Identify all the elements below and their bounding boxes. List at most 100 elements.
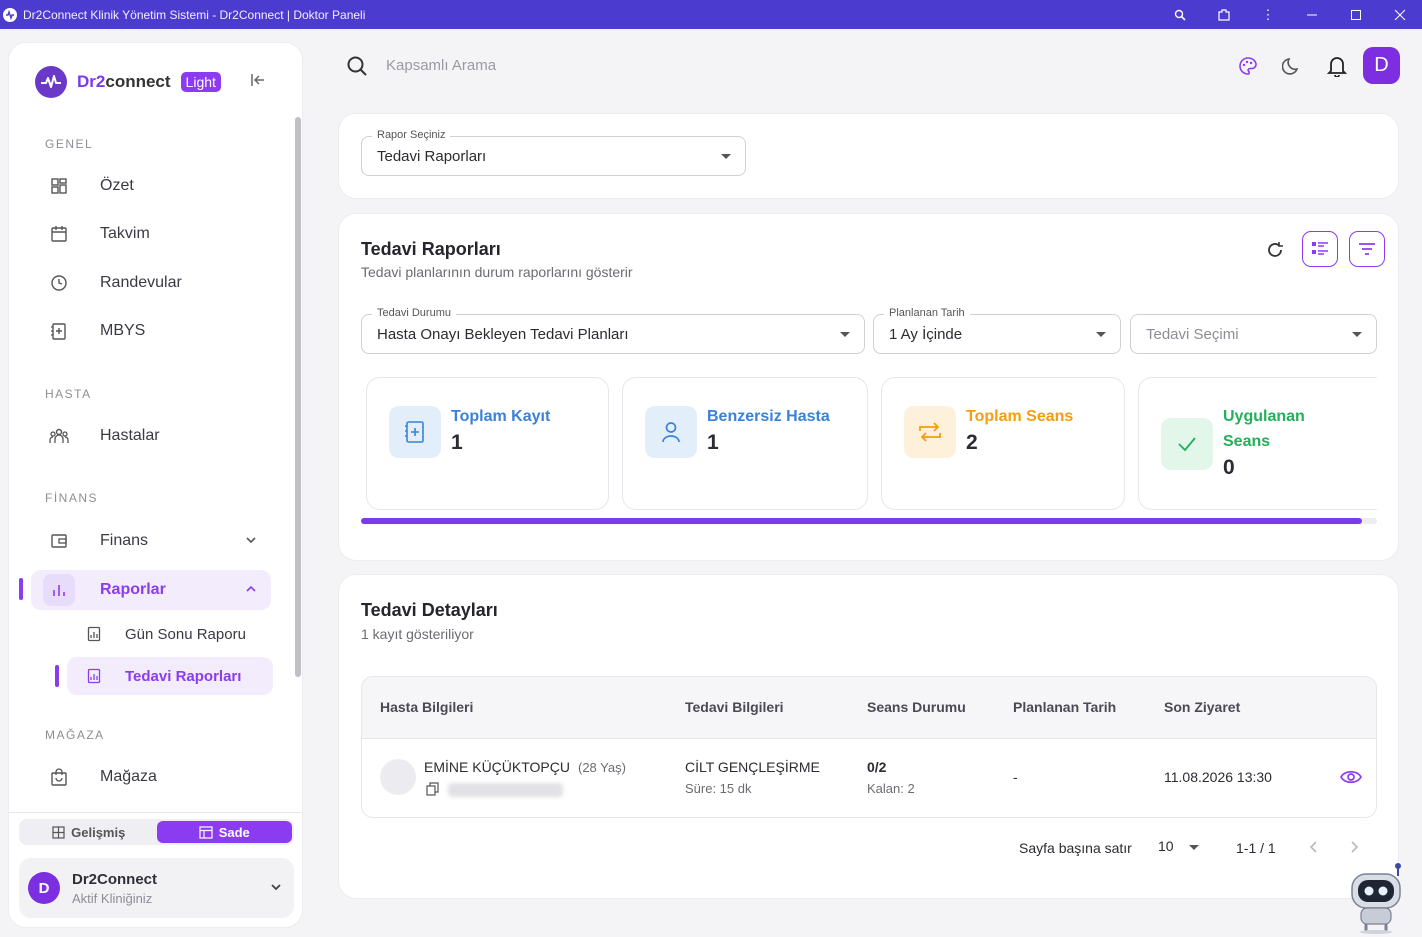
sidebar-item-hastalar[interactable]: Hastalar — [31, 416, 271, 456]
section-hasta: HASTA — [45, 387, 92, 401]
treatment-select-placeholder: Tedavi Seçimi — [1146, 325, 1239, 343]
column-header[interactable]: Planlanan Tarih — [1013, 699, 1116, 715]
clinic-subtitle: Aktif Kliniğiniz — [72, 890, 153, 906]
filter-button[interactable] — [1349, 231, 1385, 267]
details-title: Tedavi Detayları — [361, 600, 498, 620]
mode-toggle: Gelişmiş Sade — [19, 819, 294, 845]
repeat-icon — [904, 406, 956, 458]
dropdown-arrow-icon — [1189, 844, 1200, 850]
sidebar-item-mbys[interactable]: MBYS — [31, 311, 271, 351]
sidebar-item-label: Tedavi Raporları — [125, 667, 242, 685]
layout-icon — [199, 825, 213, 839]
column-header[interactable]: Seans Durumu — [867, 699, 966, 715]
plan-badge: Light — [180, 72, 221, 92]
search-input[interactable]: Kapsamlı Arama — [386, 57, 496, 74]
section-magaza: MAĞAZA — [45, 728, 105, 742]
sidebar-item-label: Randevular — [100, 274, 182, 291]
sidebar-item-label: Özet — [100, 177, 134, 194]
rows-per-page-select[interactable]: 10 — [1158, 838, 1200, 854]
view-eye-icon[interactable] — [1340, 769, 1362, 790]
stat-label: Toplam Kayıt — [451, 408, 551, 425]
active-clinic-selector[interactable]: D Dr2Connect Aktif Kliniğiniz — [19, 858, 294, 918]
report-select[interactable]: Rapor Seçiniz Tedavi Raporları — [361, 129, 746, 176]
report-select-label: Rapor Seçiniz — [372, 129, 451, 141]
more-menu-icon[interactable]: ⋮ — [1246, 0, 1290, 29]
list-view-button[interactable] — [1302, 231, 1338, 267]
sidebar-item-label: Takvim — [100, 225, 150, 242]
extensions-icon[interactable] — [1202, 0, 1246, 29]
collapse-sidebar-icon[interactable] — [249, 71, 269, 91]
sidebar-item-label: Raporlar — [100, 581, 166, 598]
close-button[interactable] — [1378, 0, 1422, 29]
treatment-status-select[interactable]: Tedavi Durumu Hasta Onayı Bekleyen Tedav… — [361, 307, 865, 354]
minimize-button[interactable] — [1290, 0, 1334, 29]
planned-date-label: Planlanan Tarih — [884, 307, 970, 319]
stat-value: 2 — [966, 431, 978, 454]
stats-scroll-track[interactable] — [361, 518, 1377, 524]
stat-card-total-sessions: Toplam Seans 2 — [881, 377, 1125, 510]
stat-label: Uygulanan Seans — [1223, 408, 1305, 450]
brand-logo[interactable]: Dr2connect Light — [35, 65, 221, 99]
sidebar-item-gun-sonu-raporu[interactable]: Gün Sonu Raporu — [67, 615, 273, 653]
rows-per-page-label: Sayfa başına satır — [1019, 840, 1132, 856]
zoom-icon[interactable] — [1158, 0, 1202, 29]
chevron-down-icon — [245, 533, 257, 551]
planned-date-select[interactable]: Planlanan Tarih 1 Ay İçinde — [873, 307, 1121, 354]
sidebar-item-magaza[interactable]: Mağaza — [31, 757, 271, 797]
patient-age: (28 Yaş) — [578, 760, 626, 775]
shopping-bag-icon — [39, 768, 79, 786]
sidebar-item-takvim[interactable]: Takvim — [31, 214, 271, 254]
sidebar-item-label: MBYS — [100, 322, 146, 339]
report-file-icon — [79, 626, 109, 642]
details-subtitle: 1 kayıt gösteriliyor — [361, 626, 474, 642]
column-header[interactable]: Hasta Bilgileri — [380, 699, 473, 715]
dropdown-arrow-icon — [1096, 332, 1106, 337]
sidebar-item-raporlar[interactable]: Raporlar — [31, 570, 271, 610]
chevron-up-icon — [245, 582, 257, 600]
refresh-icon[interactable] — [1264, 239, 1286, 261]
section-finans: FİNANS — [45, 491, 99, 505]
maximize-button[interactable] — [1334, 0, 1378, 29]
stat-value: 1 — [707, 431, 719, 454]
next-page-icon[interactable] — [1349, 840, 1359, 857]
sidebar-item-randevular[interactable]: Randevular — [31, 263, 271, 303]
active-indicator — [19, 578, 23, 600]
sidebar-item-label: Hastalar — [100, 427, 160, 444]
simple-mode-label: Sade — [218, 824, 250, 840]
stats-scroll-thumb[interactable] — [361, 518, 1362, 524]
sidebar-scrollbar[interactable] — [295, 117, 301, 677]
report-title: Tedavi Raporları — [361, 239, 501, 259]
palette-icon[interactable] — [1237, 55, 1259, 77]
dark-mode-icon[interactable] — [1281, 55, 1303, 77]
table-row[interactable]: EMİNE KÜÇÜKTOPÇU (28 Yaş) CİLT GENÇLEŞİR… — [362, 739, 1376, 817]
sidebar-item-tedavi-raporlari[interactable]: Tedavi Raporları — [67, 657, 273, 695]
sidebar-item-label: Mağaza — [100, 768, 157, 785]
stat-label: Toplam Seans — [966, 408, 1074, 425]
clock-icon — [39, 274, 79, 292]
simple-mode-button[interactable]: Sade — [156, 821, 292, 843]
prev-page-icon[interactable] — [1309, 840, 1319, 857]
treatment-name: CİLT GENÇLEŞİRME — [685, 759, 820, 775]
planned-date-value: 1 Ay İçinde — [889, 325, 963, 343]
stat-card-applied-sessions: Uygulanan Seans 0 — [1138, 377, 1377, 510]
sidebar-item-finans[interactable]: Finans — [31, 521, 271, 561]
copy-icon[interactable] — [426, 782, 439, 801]
column-header[interactable]: Tedavi Bilgileri — [685, 699, 784, 715]
search-icon[interactable] — [346, 55, 368, 82]
stat-card-total-records: Toplam Kayıt 1 — [366, 377, 609, 510]
column-header[interactable]: Son Ziyaret — [1164, 699, 1240, 715]
notification-bell-icon[interactable] — [1326, 55, 1348, 77]
calendar-icon — [39, 225, 79, 243]
assistant-robot-icon[interactable] — [1346, 862, 1406, 934]
sidebar-item-ozet[interactable]: Özet — [31, 166, 271, 206]
advanced-mode-button[interactable]: Gelişmiş — [21, 821, 157, 843]
grid-icon — [52, 825, 65, 839]
report-select-card: Rapor Seçiniz Tedavi Raporları — [338, 113, 1399, 199]
dashboard-icon — [39, 177, 79, 195]
treatment-select[interactable]: Tedavi Seçimi — [1130, 314, 1377, 354]
session-remaining: Kalan: 2 — [867, 781, 915, 796]
user-avatar[interactable]: D — [1363, 47, 1400, 84]
clinic-avatar: D — [28, 872, 60, 904]
pagination-range: 1-1 / 1 — [1236, 840, 1276, 856]
report-file-icon — [79, 668, 109, 684]
